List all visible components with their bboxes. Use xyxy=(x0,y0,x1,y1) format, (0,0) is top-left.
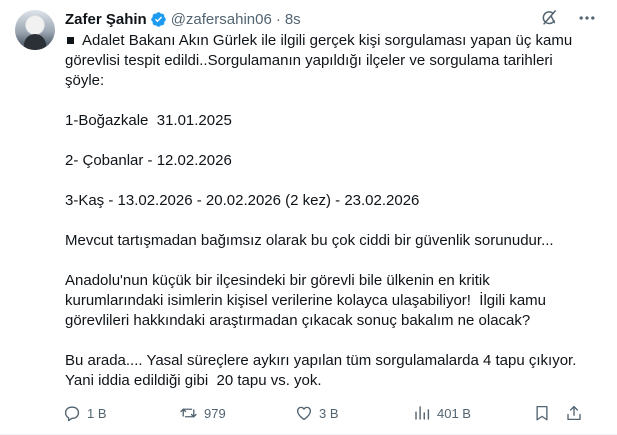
tweet-paragraph: 1-Boğazkale 31.01.2025 xyxy=(65,112,232,129)
bookmark-icon xyxy=(536,405,548,421)
tweet-paragraph: Mevcut tartışmadan bağımsız olarak bu ço… xyxy=(65,232,554,249)
verified-badge-icon xyxy=(150,11,167,28)
views-icon xyxy=(415,406,430,420)
tweet-paragraph: 3-Kaş - 13.02.2026 - 20.02.2026 (2 kez) … xyxy=(65,192,420,209)
repost-count: 979 xyxy=(204,405,226,421)
author-handle[interactable]: @zafersahin06 xyxy=(171,11,272,28)
tweet-paragraph: Anadolu'nun küçük bir ilçesindeki bir gö… xyxy=(65,272,551,329)
more-icon[interactable] xyxy=(577,8,597,28)
timestamp[interactable]: 8s xyxy=(285,11,301,28)
like-count: 3 B xyxy=(319,405,339,421)
tweet-paragraph: 2- Çobanlar - 12.02.2026 xyxy=(65,152,232,169)
views-count: 401 B xyxy=(437,405,471,421)
separator-dot: · xyxy=(275,10,281,28)
share-icon xyxy=(567,405,581,421)
author-name[interactable]: Zafer Şahin xyxy=(65,11,147,28)
views-button[interactable]: 401 B xyxy=(413,404,471,422)
reply-icon xyxy=(64,406,80,422)
reply-button[interactable]: 1 B xyxy=(63,404,107,422)
repost-icon xyxy=(180,408,197,418)
tweet-paragraph-text: Adalet Bakanı Akın Gürlek ile ilgili ger… xyxy=(65,32,577,89)
heart-icon xyxy=(296,406,312,421)
bullet-icon xyxy=(67,36,74,44)
grok-icon[interactable] xyxy=(539,8,559,28)
repost-button[interactable]: 979 xyxy=(179,404,226,422)
avatar[interactable] xyxy=(15,10,55,50)
share-button[interactable] xyxy=(565,404,583,422)
tweet-header: Zafer Şahin @zafersahin06 · 8s xyxy=(65,9,301,29)
tweet-actions: 1 B 979 3 B 401 B xyxy=(63,403,590,423)
tweet-card[interactable]: Zafer Şahin @zafersahin06 · 8s Adalet Ba… xyxy=(0,0,617,435)
bookmark-button[interactable] xyxy=(533,404,551,422)
tweet-paragraph: Bu arada.... Yasal süreçlere aykırı yapı… xyxy=(65,352,581,389)
tweet-top-actions xyxy=(539,8,597,28)
avatar-figure xyxy=(24,34,46,50)
reply-count: 1 B xyxy=(87,405,107,421)
tweet-paragraph: Adalet Bakanı Akın Gürlek ile ilgili ger… xyxy=(65,31,590,91)
like-button[interactable]: 3 B xyxy=(295,404,339,422)
tweet-text: Adalet Bakanı Akın Gürlek ile ilgili ger… xyxy=(65,31,590,391)
